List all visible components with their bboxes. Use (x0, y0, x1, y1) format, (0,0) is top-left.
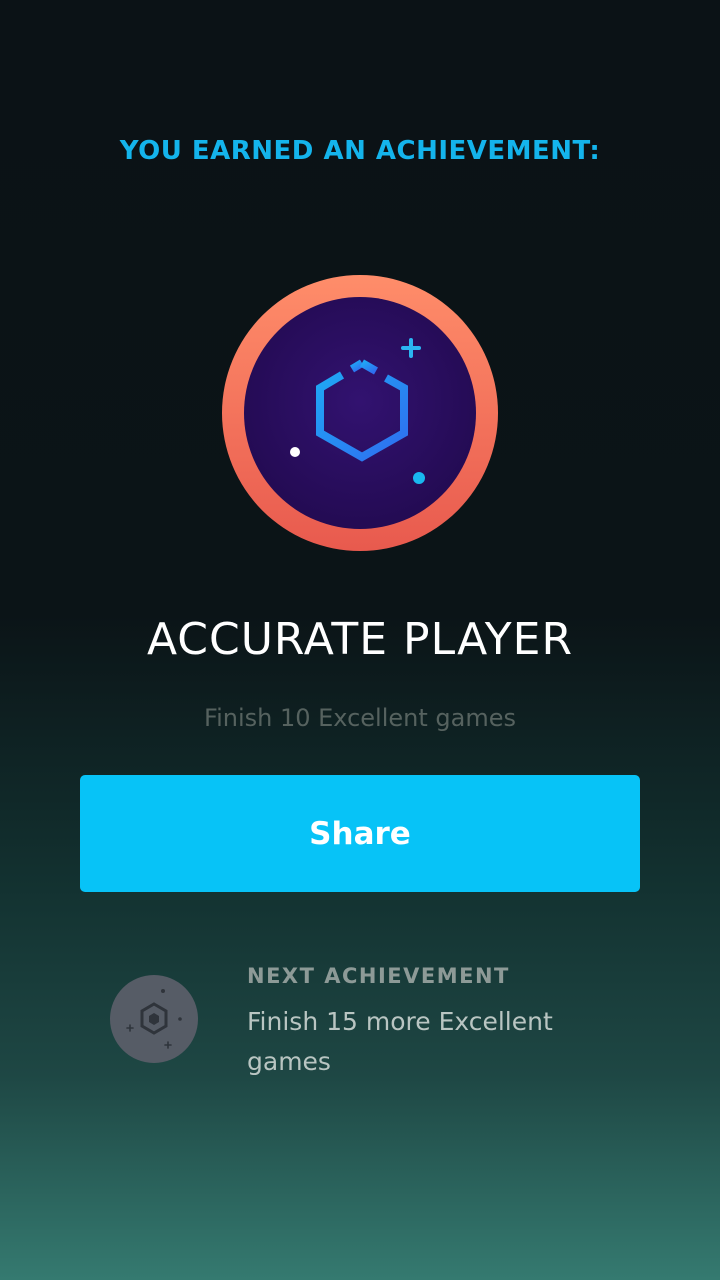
next-achievement-label: NEXT ACHIEVEMENT (247, 964, 510, 988)
locked-hexagon-badge-icon (110, 975, 198, 1063)
earned-heading: YOU EARNED AN ACHIEVEMENT: (119, 136, 601, 166)
achievement-title: ACCURATE PLAYER (146, 614, 574, 665)
share-button[interactable]: Share (80, 775, 640, 892)
hexagon-badge-icon (221, 274, 499, 552)
next-achievement-description: Finish 15 more Excellent games (247, 1007, 553, 1076)
achievement-screen: YOU EARNED AN ACHIEVEMENT: ACCURATE PLAY… (0, 0, 720, 1280)
achievement-description: Finish 10 Excellent games (204, 704, 516, 732)
